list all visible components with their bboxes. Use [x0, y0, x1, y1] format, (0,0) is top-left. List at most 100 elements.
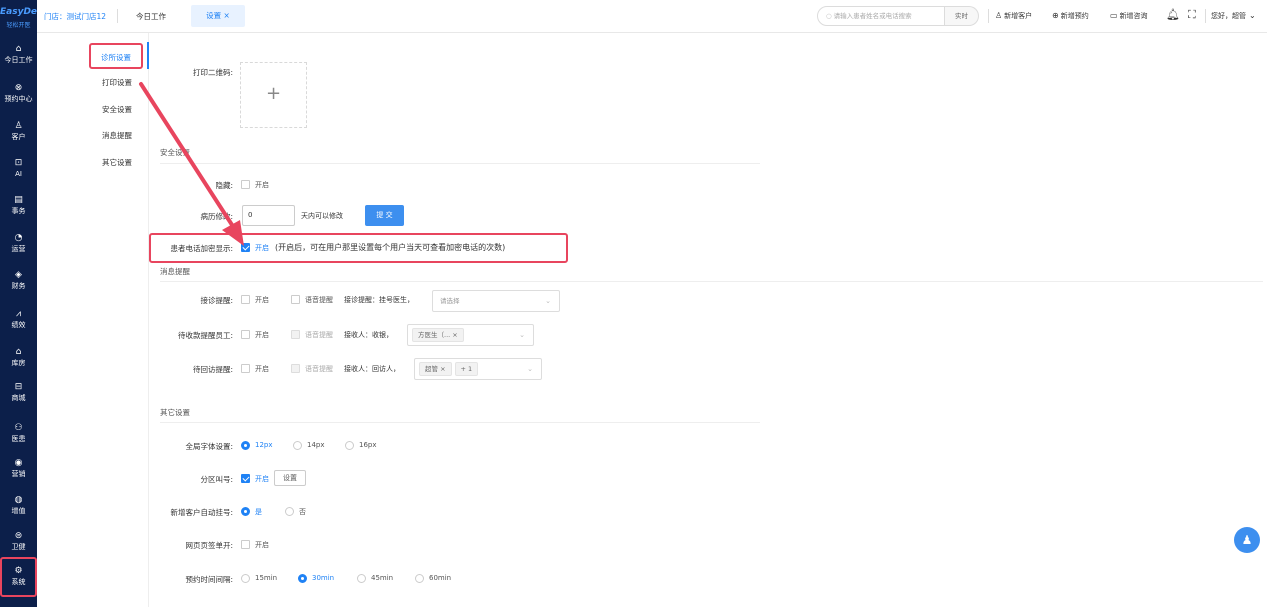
- nav-label: 财务: [11, 282, 26, 290]
- payment-extra: 接收人：收银，: [344, 331, 393, 339]
- support-avatar-button[interactable]: ♟: [1234, 527, 1260, 553]
- interval-15-radio[interactable]: [241, 574, 250, 583]
- close-icon[interactable]: ×: [440, 365, 445, 373]
- auto-register-yes-radio[interactable]: [241, 507, 250, 516]
- tab-today[interactable]: 今日工作: [136, 11, 166, 22]
- new-consult-button[interactable]: ▭ 新增咨询: [1110, 11, 1148, 21]
- nav-item-today[interactable]: ⌂ 今日工作: [0, 41, 37, 75]
- chevron-down-icon: ⌄: [527, 365, 533, 373]
- money-icon: ◈: [15, 270, 22, 280]
- submit-button[interactable]: 提 交: [365, 205, 404, 226]
- font-12-radio[interactable]: [241, 441, 250, 450]
- submenu-print[interactable]: 打印设置: [89, 70, 145, 96]
- interval-30-radio[interactable]: [298, 574, 307, 583]
- nav-item-marketing[interactable]: ◉ 营销: [0, 455, 37, 489]
- nav-item-ai[interactable]: ⊡ AI: [0, 155, 37, 189]
- add-circle-icon: ⊕: [1052, 11, 1059, 20]
- followup-receiver-select[interactable]: 超管 × + 1 ⌄: [414, 358, 542, 380]
- nav-item-warehouse[interactable]: ⌂ 库房: [0, 344, 37, 378]
- submenu-security[interactable]: 安全设置: [89, 97, 145, 123]
- payment-voice-checkbox[interactable]: [291, 330, 300, 339]
- growth-icon: ◍: [14, 495, 23, 505]
- nav-item-mall[interactable]: ⊟ 商城: [0, 379, 37, 413]
- tag-text: 超管: [425, 365, 438, 373]
- nav-item-value-added[interactable]: ◍ 增值: [0, 492, 37, 526]
- followup-open-checkbox[interactable]: [241, 364, 250, 373]
- search-input[interactable]: ○ 请输入患者姓名或电话搜索: [817, 6, 945, 26]
- nav-item-performance[interactable]: ⩘ 绩效: [0, 306, 37, 340]
- nav-item-affairs[interactable]: ▤ 事务: [0, 192, 37, 226]
- payment-open-checkbox[interactable]: [241, 330, 250, 339]
- reception-voice-checkbox[interactable]: [291, 295, 300, 304]
- ai-icon: ⊡: [14, 158, 23, 168]
- nav-item-appointment[interactable]: ⊗ 预约中心: [0, 80, 37, 114]
- interval-15-option: 15min: [255, 574, 278, 582]
- select-placeholder: 请选择: [440, 297, 460, 305]
- new-appointment-button[interactable]: ⊕ 新增预约: [1052, 11, 1089, 21]
- divider: [160, 281, 1263, 282]
- nav-label: 绩效: [11, 321, 26, 329]
- encrypt-phone-checkbox[interactable]: [241, 243, 250, 252]
- nav-item-customer[interactable]: ♙ 客户: [0, 118, 37, 152]
- submenu-clinic[interactable]: 诊所设置: [89, 43, 143, 69]
- record-edit-days-input[interactable]: 0: [242, 205, 295, 226]
- followup-extra: 接收人：回访人，: [344, 365, 400, 373]
- font-14-radio[interactable]: [293, 441, 302, 450]
- nav-label: 系统: [11, 578, 26, 586]
- user-menu[interactable]: 您好，超管 ⌄: [1211, 11, 1258, 21]
- single-tab-checkbox[interactable]: [241, 540, 250, 549]
- interval-45-radio[interactable]: [357, 574, 366, 583]
- zone-call-label: 分区叫号:: [200, 475, 233, 484]
- user-icon: ♙: [14, 121, 23, 131]
- database-icon: ⊜: [14, 531, 23, 541]
- section-other-title: 其它设置: [160, 408, 190, 417]
- realtime-button[interactable]: 实时: [945, 6, 979, 26]
- reception-open-checkbox[interactable]: [241, 295, 250, 304]
- nav-item-system[interactable]: ⚙ 系统: [0, 557, 37, 597]
- nav-label: 运营: [11, 245, 26, 253]
- qr-upload[interactable]: +: [240, 62, 307, 128]
- bell-icon[interactable]: 🔔︎: [1166, 8, 1180, 21]
- nav-item-finance[interactable]: ◈ 财务: [0, 267, 37, 301]
- new-customer-button[interactable]: ♙ 新增客户: [995, 11, 1032, 21]
- tab-settings[interactable]: 设置 ×: [191, 5, 245, 27]
- submenu-messages[interactable]: 消息提醒: [89, 123, 145, 149]
- record-edit-suffix: 天内可以修改: [301, 212, 343, 220]
- font-14-option: 14px: [307, 441, 325, 449]
- divider: [160, 163, 760, 164]
- nav-label: AI: [15, 170, 22, 178]
- reception-doctor-select[interactable]: 请选择 ⌄: [432, 290, 560, 312]
- payment-receiver-select[interactable]: 方医生（... × ⌄: [407, 324, 534, 346]
- interval-30-option: 30min: [312, 574, 335, 582]
- more-tag: + 1: [454, 362, 479, 376]
- nav-item-operations[interactable]: ◔ 运营: [0, 230, 37, 264]
- followup-reminder-label: 待回访提醒:: [192, 365, 233, 374]
- document-icon: ▤: [14, 195, 23, 205]
- chevron-down-icon: ⌄: [519, 331, 525, 339]
- interval-label: 预约时间间隔:: [185, 575, 233, 584]
- fullscreen-icon[interactable]: ⛶: [1188, 8, 1196, 22]
- close-icon[interactable]: ×: [452, 331, 457, 339]
- followup-voice-checkbox[interactable]: [291, 364, 300, 373]
- nav-item-doctor-patient[interactable]: ⚇ 医患: [0, 420, 37, 454]
- zone-settings-button[interactable]: 设置: [274, 470, 306, 486]
- followup-voice-option: 语音提醒: [305, 365, 333, 373]
- app-logo: EasyDent 轻松开医: [0, 0, 37, 33]
- interval-45-option: 45min: [371, 574, 394, 582]
- new-appointment-label: 新增预约: [1060, 12, 1089, 20]
- interval-60-radio[interactable]: [415, 574, 424, 583]
- single-tab-label: 网页页签单开:: [185, 541, 233, 550]
- encrypt-phone-option: 开启: [255, 244, 269, 252]
- font-16-radio[interactable]: [345, 441, 354, 450]
- store-selector[interactable]: 门店：测试门店12: [44, 11, 106, 22]
- reception-reminder-label: 接诊提醒:: [200, 296, 233, 305]
- hide-checkbox[interactable]: [241, 180, 250, 189]
- nav-label: 商城: [11, 394, 26, 402]
- auto-register-no-radio[interactable]: [285, 507, 294, 516]
- submenu-other[interactable]: 其它设置: [89, 150, 145, 176]
- divider: [1205, 9, 1206, 23]
- zone-call-checkbox[interactable]: [241, 474, 250, 483]
- people-icon: ⚇: [14, 423, 23, 433]
- logo-subtext: 轻松开医: [6, 22, 31, 29]
- interval-60-option: 60min: [429, 574, 452, 582]
